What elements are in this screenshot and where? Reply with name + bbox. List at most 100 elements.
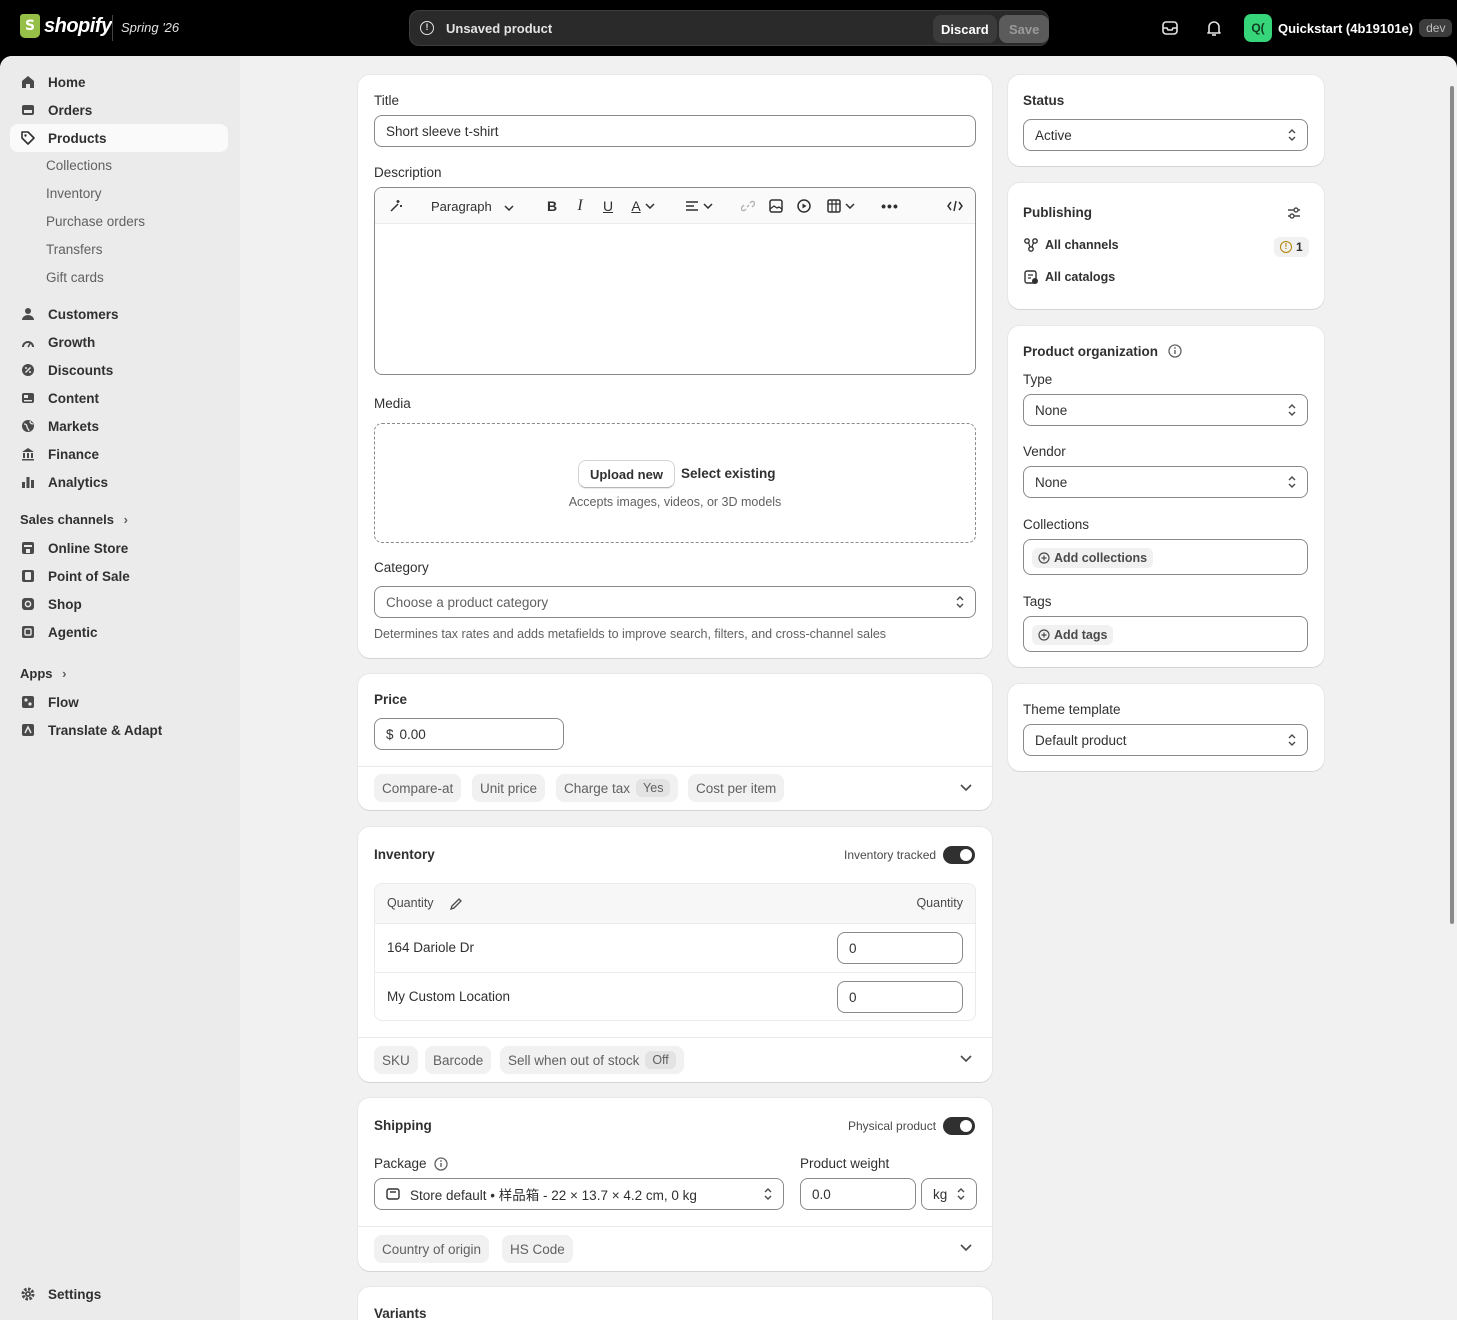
add-tags-button[interactable]: Add tags [1032,625,1114,645]
barcode-pill[interactable]: Barcode [425,1046,492,1074]
nav-products[interactable]: Products [10,124,228,152]
upload-new-button[interactable]: Upload new [578,460,675,488]
nav-translate-adapt[interactable]: Translate & Adapt [10,716,228,744]
nav-customers[interactable]: Customers [10,300,228,328]
nav-settings[interactable]: Settings [10,1280,228,1308]
channels-warning-badge[interactable]: ! 1 [1274,237,1309,257]
hs-code-pill[interactable]: HS Code [502,1235,573,1263]
bold-icon[interactable]: B [543,197,561,215]
italic-icon[interactable]: I [571,197,589,215]
select-existing-button[interactable]: Select existing [681,466,776,481]
cost-per-item-pill[interactable]: Cost per item [688,774,785,802]
vendor-select[interactable]: None [1023,466,1308,498]
link-icon[interactable] [739,197,757,215]
charge-tax-pill[interactable]: Charge tax Yes [556,774,679,802]
weight-unit-select[interactable]: kg [921,1178,977,1210]
nav-agentic[interactable]: Agentic [10,618,228,646]
charge-tax-label: Charge tax [564,780,631,796]
add-collections-button[interactable]: Add collections [1032,548,1154,568]
page-scrollbar[interactable] [1450,86,1454,924]
underline-icon[interactable]: U [599,197,617,215]
package-select[interactable]: Store default • 样品箱 - 22 × 13.7 × 4.2 cm… [374,1178,784,1210]
select-arrows-icon [1288,129,1296,141]
table-icon[interactable] [825,197,857,215]
nav-flow[interactable]: Flow [10,688,228,716]
unit-price-label: Unit price [480,780,538,796]
shopify-logo[interactable]: shopify [20,14,112,38]
country-of-origin-label: Country of origin [382,1241,482,1257]
status-select[interactable]: Active [1023,119,1308,151]
type-select[interactable]: None [1023,394,1308,426]
chevron-down-icon[interactable] [960,784,972,792]
format-dropdown[interactable]: Paragraph [431,197,519,215]
inventory-tracked-label: Inventory tracked [844,848,937,862]
tags-field[interactable]: Add tags [1023,616,1308,652]
nav-gift-cards[interactable]: Gift cards [46,270,104,285]
nav-discounts[interactable]: Discounts [10,356,228,384]
theme-template-select[interactable]: Default product [1023,724,1308,756]
title-input[interactable]: Short sleeve t-shirt [374,115,976,147]
inbox-icon[interactable] [1160,18,1180,38]
image-icon[interactable] [767,197,785,215]
nav-markets[interactable]: Markets [10,412,228,440]
category-select[interactable]: Choose a product category [374,586,976,618]
code-icon[interactable] [945,197,965,215]
nav-transfers[interactable]: Transfers [46,242,103,257]
nav-home[interactable]: Home [10,68,228,96]
compare-at-pill[interactable]: Compare-at [374,774,462,802]
chevron-down-icon[interactable] [960,1244,972,1252]
nav-point-of-sale[interactable]: Point of Sale [10,562,228,590]
all-channels-row[interactable]: All channels [1023,237,1119,253]
media-dropzone[interactable]: Upload new Select existing Accepts image… [374,423,976,543]
inventory-table: Quantity Quantity 164 Dariole Dr 0 My Cu… [374,883,976,1021]
nav-collections[interactable]: Collections [46,158,112,173]
pencil-icon[interactable] [449,897,463,911]
location-name: My Custom Location [387,989,511,1004]
warning-icon: ! [1280,241,1292,253]
editor-toolbar: Paragraph B I U A ••• [375,188,975,224]
quantity-input[interactable]: 0 [837,981,963,1013]
nav-purchase-orders[interactable]: Purchase orders [46,214,145,229]
price-input[interactable]: $ 0.00 [374,718,564,750]
chevron-down-icon [703,203,713,209]
nav-growth[interactable]: Growth [10,328,228,356]
sales-channels-heading[interactable]: Sales channels › [20,512,128,527]
country-of-origin-pill[interactable]: Country of origin [374,1235,490,1263]
align-icon[interactable] [683,197,715,215]
more-icon[interactable]: ••• [881,197,899,215]
sku-label: SKU [382,1052,410,1068]
magic-icon[interactable] [387,197,405,215]
info-icon[interactable] [434,1157,448,1171]
nav-inventory[interactable]: Inventory [46,186,102,201]
person-icon [20,306,36,322]
physical-product-toggle[interactable] [943,1117,975,1135]
apps-heading[interactable]: Apps › [20,666,66,681]
collections-field[interactable]: Add collections [1023,539,1308,575]
unit-price-pill[interactable]: Unit price [472,774,546,802]
nav-customers-label: Customers [48,306,119,322]
quantity-input[interactable]: 0 [837,932,963,964]
discard-button[interactable]: Discard [933,15,997,43]
bell-icon[interactable] [1204,18,1224,38]
edition-label[interactable]: Spring '26 [112,15,187,41]
all-catalogs-row[interactable]: All catalogs [1023,269,1115,285]
chevron-down-icon[interactable] [960,1055,972,1063]
nav-online-store[interactable]: Online Store [10,534,228,562]
video-icon[interactable] [795,197,813,215]
text-color-icon[interactable]: A [627,197,659,215]
store-switcher[interactable]: Q( Quickstart (4b19101e) dev [1244,14,1453,42]
nav-shop[interactable]: Shop [10,590,228,618]
nav-finance[interactable]: Finance [10,440,228,468]
description-editor[interactable]: Paragraph B I U A ••• [374,187,976,375]
save-button[interactable]: Save [999,15,1050,43]
settings-sliders-icon[interactable] [1286,205,1302,221]
sku-pill[interactable]: SKU [374,1046,418,1074]
nav-orders[interactable]: Orders [10,96,228,124]
nav-analytics[interactable]: Analytics [10,468,228,496]
inventory-tracked-toggle[interactable] [943,846,975,864]
catalog-icon [1024,270,1038,284]
nav-content[interactable]: Content [10,384,228,412]
weight-input[interactable]: 0.0 [800,1178,916,1210]
info-icon[interactable] [1168,344,1182,358]
sell-when-out-of-stock-pill[interactable]: Sell when out of stock Off [500,1046,684,1074]
